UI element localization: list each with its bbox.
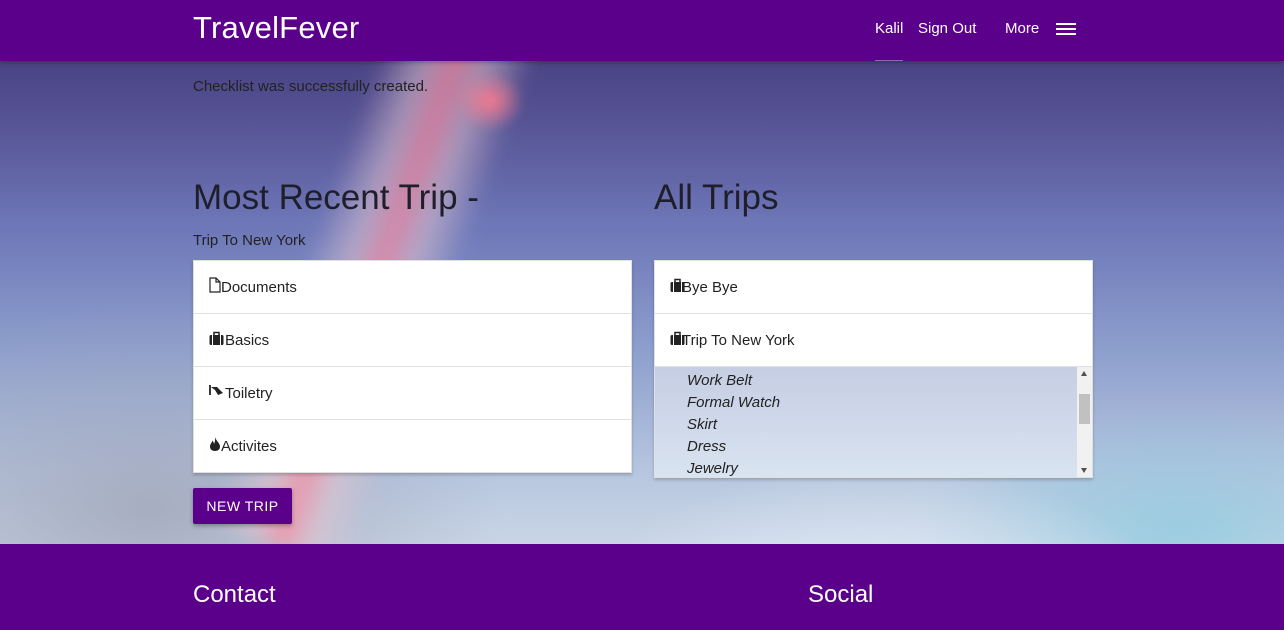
footer: Contact Social: [0, 544, 1284, 630]
scroll-up-arrow-icon[interactable]: [1081, 371, 1087, 376]
trip-label: Bye Bye: [682, 279, 738, 296]
checklist-item: Jewelry: [687, 460, 738, 477]
scroll-down-arrow-icon[interactable]: [1081, 468, 1087, 473]
checklist-item: Skirt: [687, 416, 717, 433]
top-navbar: TravelFever Kalil Sign Out More: [0, 0, 1284, 61]
trip-item-new-york[interactable]: Trip To New York: [655, 314, 1092, 367]
trip-label: Trip To New York: [682, 332, 795, 349]
brand-logo[interactable]: TravelFever: [193, 10, 359, 46]
list-item-activites[interactable]: Activites: [194, 420, 631, 472]
list-item-toiletry[interactable]: Toiletry: [194, 367, 631, 420]
fire-icon: [210, 437, 220, 451]
checklist-scrollbar[interactable]: [1077, 367, 1092, 477]
checklist-item: Work Belt: [687, 372, 753, 389]
more-link[interactable]: More: [1005, 20, 1039, 37]
scroll-thumb[interactable]: [1079, 394, 1090, 424]
trip-item-bye-bye[interactable]: Bye Bye: [655, 261, 1092, 314]
all-trips-title: All Trips: [654, 178, 779, 217]
list-item-basics[interactable]: Basics: [194, 314, 631, 367]
list-item-label: Documents: [221, 279, 297, 296]
checklist-item: Formal Watch: [687, 394, 781, 411]
briefcase-icon: [209, 331, 224, 345]
checklist-item: Dress: [687, 438, 727, 455]
trip-checklist-panel[interactable]: Work Belt Formal Watch Skirt Dress Jewel…: [655, 367, 1092, 477]
document-icon: [209, 277, 221, 293]
list-item-documents[interactable]: Documents: [194, 261, 631, 314]
recent-trip-title: Most Recent Trip -: [193, 178, 479, 217]
all-trips-list: Bye Bye Trip To New York Work Belt Forma…: [654, 260, 1093, 478]
footer-social-title: Social: [808, 581, 874, 608]
user-underline: [875, 60, 903, 61]
footer-contact-title: Contact: [193, 581, 276, 608]
recent-trip-list: Documents Basics Toiletry Activites: [193, 260, 632, 473]
list-item-label: Activites: [221, 438, 277, 455]
new-trip-button[interactable]: New Trip: [193, 488, 292, 524]
list-item-label: Basics: [225, 332, 270, 349]
list-item-label: Toiletry: [225, 385, 273, 402]
recent-trip-name: Trip To New York: [193, 232, 306, 249]
brush-icon: [209, 385, 223, 395]
sign-out-link[interactable]: Sign Out: [918, 20, 976, 37]
flash-message: Checklist was successfully created.: [193, 78, 429, 95]
nav-user-link[interactable]: Kalil: [875, 20, 903, 37]
hamburger-menu-icon[interactable]: [1056, 21, 1076, 37]
